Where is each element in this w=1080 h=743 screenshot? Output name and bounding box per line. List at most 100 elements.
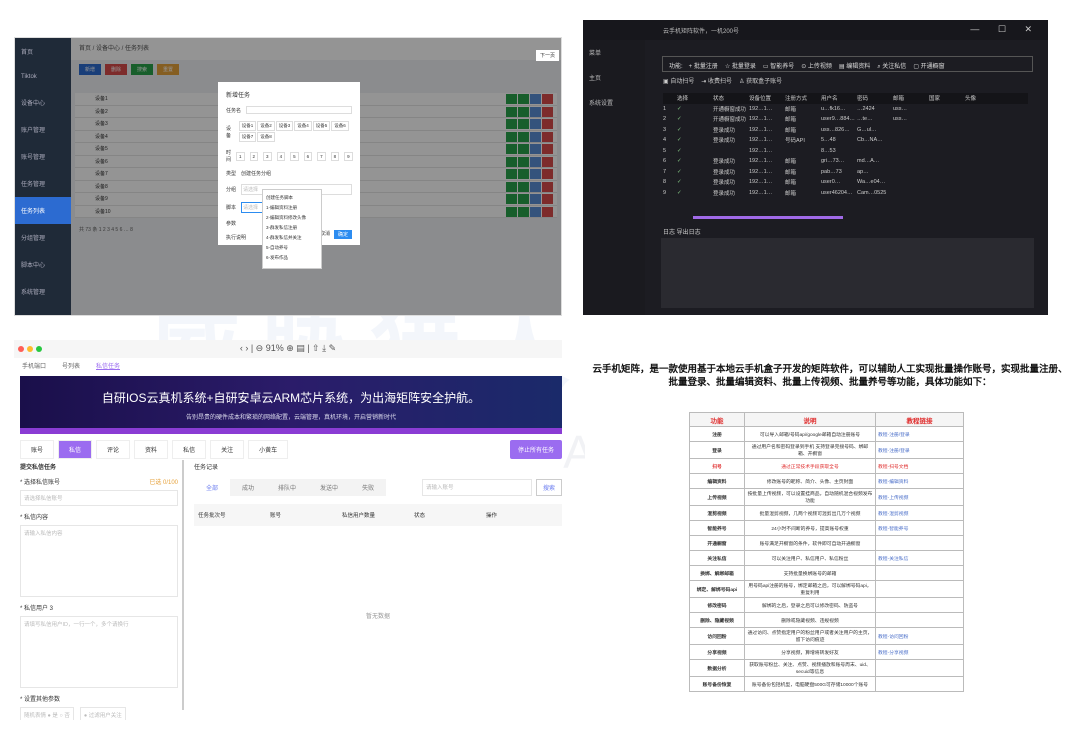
sidebar-item[interactable]: Tiktok <box>15 65 71 89</box>
sidebar-item[interactable]: 设备中心 <box>15 89 71 116</box>
tutorial-link[interactable]: 教程-注册/登录 <box>875 441 964 459</box>
device-chip[interactable]: 设备5 <box>312 121 331 131</box>
toolbar-item[interactable]: + 批量注册 <box>689 64 718 70</box>
record-tab[interactable]: 成功 <box>230 479 267 496</box>
dropdown-option[interactable]: 2-编辑资料修改头像 <box>266 213 318 223</box>
browser-tab[interactable]: 私信任务 <box>96 361 121 370</box>
table-row[interactable]: 3 ✓ 登录成功 192…1… 邮箱 uss…826… G…ul… <box>663 125 1028 136</box>
sidebar-item[interactable]: 分组管理 <box>15 224 71 251</box>
window-controls[interactable]: — ☐ ✕ <box>970 24 1040 35</box>
device-chip[interactable]: 设备6 <box>331 121 349 131</box>
task-name-input[interactable] <box>246 106 352 114</box>
dropdown-option[interactable]: 5-自动养号 <box>266 243 318 253</box>
browser-toolbar[interactable]: ‹ › | ⊖ 91% ⊕ ▤ | ⇧ ⤓ ✎ <box>14 340 562 358</box>
toolbar-item[interactable]: ⌕ 关注私信 <box>877 64 906 70</box>
type-checkbox[interactable]: 创建任务分组 <box>241 170 271 177</box>
table-row[interactable]: 4 ✓ 登录成功 192…1… 号码API 5…48 Cb…NA… <box>663 135 1028 146</box>
tab-4[interactable]: 私信 <box>172 440 207 459</box>
tab-5[interactable]: 关注 <box>210 440 245 459</box>
time-option[interactable]: 4 <box>276 151 286 161</box>
record-tab[interactable]: 全部 <box>194 479 231 496</box>
table-row[interactable]: 9 ✓ 登录成功 192…1… 邮箱 user46204… Cam…0525 <box>663 188 1028 199</box>
tutorial-link[interactable]: 教程-关注私信 <box>875 550 964 566</box>
sidebar-item[interactable]: 系统管理 <box>15 278 71 305</box>
device-chip[interactable]: 设备1 <box>238 121 257 131</box>
tab-3[interactable]: 资料 <box>134 440 169 459</box>
browser-tab[interactable]: 号列表 <box>62 361 80 370</box>
toolbar-item[interactable]: ⊙ 上传视频 <box>801 64 832 70</box>
users-textarea[interactable]: 请填写私信用户ID，一行一个，多个请换行 <box>20 616 178 688</box>
search-button[interactable]: 搜索 <box>535 479 562 496</box>
tab-0[interactable]: 账号 <box>20 440 55 459</box>
sidebar-item[interactable]: 脚本中心 <box>15 251 71 278</box>
record-tab[interactable]: 失败 <box>350 479 387 496</box>
account-search-input[interactable]: 请输入账号 <box>421 479 532 496</box>
tutorial-link[interactable]: 教程-编辑资料 <box>875 473 964 489</box>
tab-6[interactable]: 小黄车 <box>248 440 289 459</box>
time-option[interactable]: 5 <box>290 151 299 161</box>
tutorial-link[interactable]: 教程-扫号文档 <box>875 458 964 474</box>
content-textarea[interactable]: 请输入私信内容 <box>20 525 178 597</box>
sidebar-item[interactable]: 账号管理 <box>15 143 71 170</box>
table-row[interactable]: 2 ✓ 开通橱窗成功 192…1… 邮箱 user9…884… …te… uss… <box>663 114 1028 125</box>
tutorial-link[interactable]: 教程-上传视频 <box>875 488 964 506</box>
sidebar-item[interactable]: 任务管理 <box>15 170 71 197</box>
yes-radio[interactable]: 是 <box>52 713 58 719</box>
record-tab[interactable]: 发送中 <box>308 479 351 496</box>
record-tab[interactable]: 排队中 <box>266 479 309 496</box>
tutorial-link[interactable]: 教程-分享视频 <box>875 644 964 660</box>
stop-all-button[interactable]: 停止所有任务 <box>509 440 562 459</box>
table-row[interactable]: 7 ✓ 登录成功 192…1… 邮箱 pab…73 ap… <box>663 167 1028 178</box>
filter-follow-option[interactable]: ● 过滤用户关注 <box>79 707 126 720</box>
next-page-button[interactable]: 下一页 <box>535 50 559 61</box>
tab-2[interactable]: 评论 <box>96 440 131 459</box>
time-option[interactable]: 3 <box>263 151 272 161</box>
toolbar-item[interactable]: ▭ 智能养号 <box>763 64 794 70</box>
device-chip[interactable]: 设备3 <box>275 121 294 131</box>
dropdown-option[interactable]: 3-群发私信注册 <box>266 223 318 233</box>
toolbar-item[interactable]: ▣ 自动扫号 <box>663 79 694 85</box>
tutorial-link[interactable]: 教程-访问回粉 <box>875 627 964 645</box>
device-chip[interactable]: 设备8 <box>257 132 275 142</box>
dropdown-option[interactable]: 4-群发私信并关注 <box>266 233 318 243</box>
confirm-button[interactable]: 确定 <box>333 230 352 239</box>
sidebar-item[interactable]: 首页 <box>15 38 71 65</box>
time-option[interactable]: 6 <box>303 151 313 161</box>
time-option[interactable]: 7 <box>317 151 326 161</box>
dropdown-option[interactable]: 创建任务脚本 <box>266 193 318 203</box>
table-row[interactable]: 1 ✓ 开通橱窗成功 192…1… 邮箱 u…fk16… …2424 uss… <box>663 104 1028 115</box>
toolbar-item[interactable]: ▢ 开通橱窗 <box>913 64 944 70</box>
sidebar-item[interactable]: 系统设置 <box>583 90 645 115</box>
device-chip[interactable]: 设备2 <box>257 121 275 131</box>
toolbar-item[interactable]: ▤ 编辑资料 <box>839 64 870 70</box>
table-row[interactable]: 5 ✓ 192…1… 8…53 <box>663 146 1028 157</box>
toolbar-item[interactable]: ⇥ 收费扫号 <box>701 79 732 85</box>
tutorial-link[interactable]: 教程-混剪视频 <box>875 505 964 521</box>
toolbar-item[interactable]: ♙ 获取盒子账号 <box>739 79 782 85</box>
browser-tab[interactable]: 手机端口 <box>22 361 46 370</box>
dropdown-option[interactable]: 1-编辑资料注册 <box>266 203 318 213</box>
time-option[interactable]: 1 <box>236 151 245 161</box>
device-chip[interactable]: 设备7 <box>238 132 257 142</box>
time-option[interactable]: 9 <box>344 151 353 161</box>
tutorial-link[interactable]: 教程-注册/登录 <box>875 426 964 442</box>
panel-divider[interactable] <box>182 460 184 710</box>
horizontal-scrollbar[interactable] <box>693 216 843 219</box>
sidebar-item[interactable]: 任务列表 <box>15 197 71 224</box>
sidebar-item[interactable]: 账户管理 <box>15 116 71 143</box>
table-row[interactable]: 6 ✓ 登录成功 192…1… 邮箱 gri…73… md…A… <box>663 156 1028 167</box>
tutorial-link[interactable]: 教程-智能养号 <box>875 520 964 536</box>
sidebar-item[interactable]: 主页 <box>583 65 645 90</box>
tab-1[interactable]: 私信 <box>58 440 93 459</box>
table-row[interactable]: 8 ✓ 登录成功 192…1… 邮箱 user0… Wa…e04… <box>663 177 1028 188</box>
time-option[interactable]: 8 <box>330 151 340 161</box>
account-select[interactable]: 请选择私信账号 <box>20 490 178 506</box>
toolbar-item[interactable]: ☆ 批量登录 <box>725 64 756 70</box>
window-controls[interactable] <box>18 346 42 352</box>
device-chip[interactable]: 设备4 <box>294 121 312 131</box>
dropdown-option[interactable]: 6-发布作品 <box>266 253 318 263</box>
sidebar-item[interactable]: 菜单 <box>583 40 645 65</box>
no-radio[interactable]: 否 <box>64 713 70 719</box>
time-option[interactable]: 2 <box>249 151 259 161</box>
random-emoji-option[interactable]: 随机表情 ● 是 ○ 否 <box>20 707 74 720</box>
